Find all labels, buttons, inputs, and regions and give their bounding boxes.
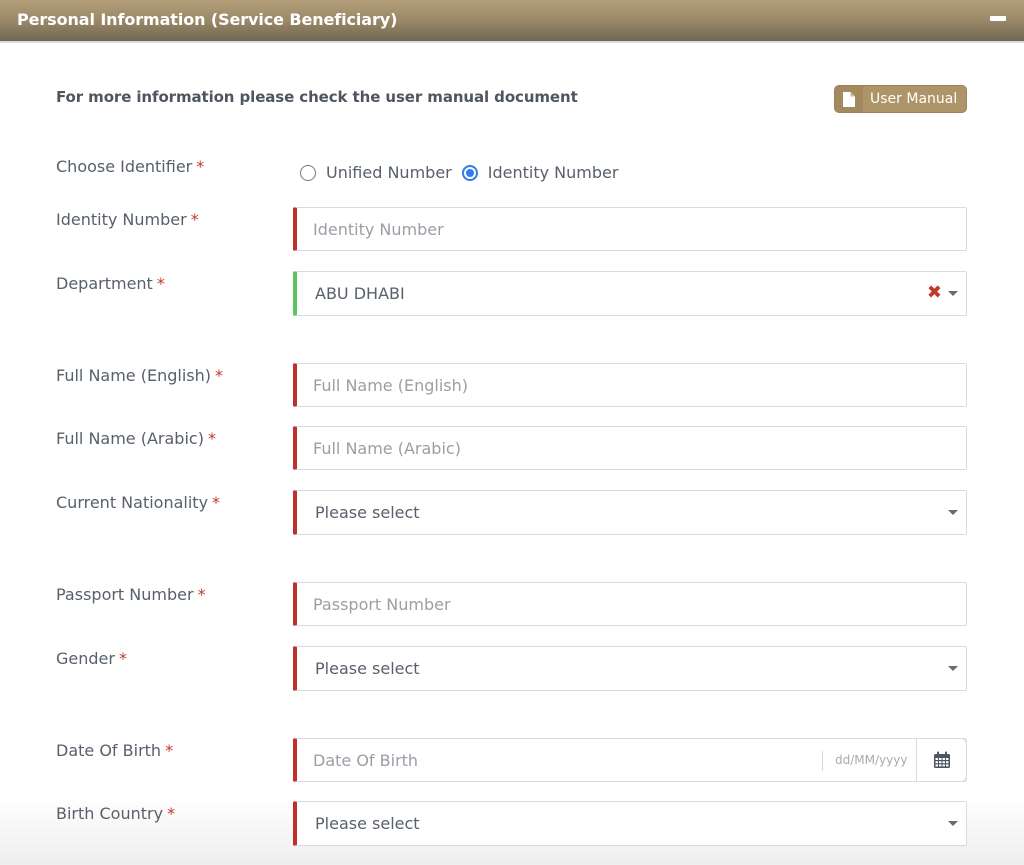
file-icon — [835, 86, 863, 112]
birth-country-value: Please select — [315, 814, 420, 833]
chevron-down-icon[interactable] — [948, 510, 958, 515]
department-label: Department * — [56, 274, 165, 293]
department-value: ABU DHABI — [315, 284, 405, 303]
full-name-arabic-field — [293, 426, 967, 470]
user-manual-label: User Manual — [870, 91, 958, 107]
passport-number-field — [293, 582, 967, 626]
label-text: Identity Number — [56, 210, 187, 229]
identifier-radio-group: Unified Number Identity Number — [300, 163, 628, 182]
calendar-button[interactable] — [916, 738, 967, 782]
gender-value: Please select — [315, 659, 420, 678]
nationality-select[interactable]: Please select — [293, 490, 967, 535]
label-text: Choose Identifier — [56, 157, 193, 176]
identity-number-field — [293, 207, 967, 251]
clear-x-icon[interactable]: ✖ — [927, 282, 942, 303]
radio-identity-number[interactable] — [461, 164, 478, 181]
label-text: Birth Country — [56, 804, 164, 823]
choose-identifier-label: Choose Identifier * — [56, 157, 204, 176]
radio-identity-number-label[interactable]: Identity Number — [488, 163, 619, 182]
label-text: Full Name (English) — [56, 366, 211, 385]
required-marker: * — [190, 210, 199, 229]
gender-select[interactable]: Please select — [293, 646, 967, 691]
full-name-english-field — [293, 363, 967, 407]
dob-field: dd/MM/yyyy — [293, 738, 967, 782]
panel-title: Personal Information (Service Beneficiar… — [17, 10, 398, 29]
required-marker: * — [212, 493, 221, 512]
dob-label: Date Of Birth * — [56, 741, 173, 760]
chevron-down-icon[interactable] — [948, 666, 958, 671]
nationality-value: Please select — [315, 503, 420, 522]
required-marker: * — [215, 366, 223, 385]
chevron-down-icon[interactable] — [948, 821, 958, 826]
radio-unified-number[interactable] — [300, 164, 316, 181]
chevron-down-icon[interactable] — [948, 291, 958, 296]
date-format-hint: dd/MM/yyyy — [835, 753, 908, 767]
full-name-english-label: Full Name (English) * — [56, 366, 223, 385]
full-name-arabic-label: Full Name (Arabic) * — [56, 429, 216, 448]
required-marker: * — [167, 804, 176, 823]
label-text: Date Of Birth — [56, 741, 162, 760]
gender-label: Gender * — [56, 649, 127, 668]
identity-number-label: Identity Number * — [56, 210, 199, 229]
required-marker: * — [118, 649, 127, 668]
label-text: Department — [56, 274, 153, 293]
required-marker: * — [165, 741, 174, 760]
department-select[interactable]: ABU DHABI ✖ — [293, 271, 967, 316]
dob-input[interactable] — [297, 739, 822, 781]
label-text: Current Nationality — [56, 493, 209, 512]
label-text: Full Name (Arabic) — [56, 429, 204, 448]
required-marker: * — [197, 585, 206, 604]
radio-unified-number-label[interactable]: Unified Number — [326, 163, 452, 182]
required-marker: * — [207, 429, 216, 448]
birth-country-label: Birth Country * — [56, 804, 175, 823]
identity-number-input[interactable] — [297, 208, 966, 250]
collapse-minus-icon[interactable] — [990, 16, 1006, 21]
user-manual-button[interactable]: User Manual — [834, 85, 967, 113]
nationality-label: Current Nationality * — [56, 493, 220, 512]
full-name-arabic-input[interactable] — [297, 427, 966, 469]
label-text: Gender — [56, 649, 115, 668]
label-text: Passport Number — [56, 585, 194, 604]
divider — [822, 751, 823, 771]
panel-header: Personal Information (Service Beneficiar… — [0, 0, 1024, 43]
calendar-icon — [933, 751, 950, 768]
birth-country-select[interactable]: Please select — [293, 801, 967, 846]
required-marker: * — [156, 274, 165, 293]
required-marker: * — [196, 157, 205, 176]
passport-number-label: Passport Number * — [56, 585, 206, 604]
info-text: For more information please check the us… — [56, 88, 578, 106]
full-name-english-input[interactable] — [297, 364, 966, 406]
passport-number-input[interactable] — [297, 583, 966, 625]
